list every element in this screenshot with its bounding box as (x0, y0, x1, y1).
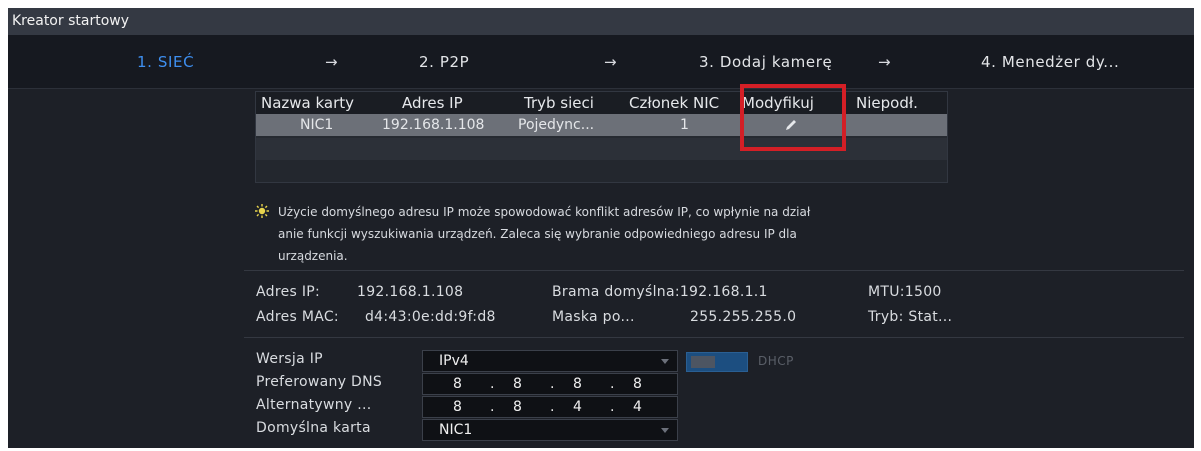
dns-octet[interactable]: 8 (513, 397, 522, 417)
alternate-dns-input[interactable]: 8 . 8 . 4 . 4 (422, 396, 678, 418)
column-header-nic-member[interactable]: Członek NIC (629, 92, 719, 114)
octet-separator: . (490, 399, 495, 415)
divider (244, 270, 1184, 271)
column-header-card-name[interactable]: Nazwa karty (261, 92, 354, 114)
table-row-empty (256, 138, 947, 160)
step-add-camera[interactable]: 3. Dodaj kamerę (699, 35, 832, 89)
table-row-empty (256, 160, 947, 182)
step-arrow-icon: → (604, 53, 617, 71)
ip-version-label: Wersja IP (256, 351, 323, 367)
column-header-independent[interactable]: Niepodł. (856, 92, 918, 114)
pencil-edit-icon[interactable] (784, 118, 798, 132)
step-arrow-icon: → (325, 53, 338, 71)
network-mode-value: Tryb: Stat... (868, 309, 953, 325)
dns-octet[interactable]: 8 (573, 374, 582, 394)
dropdown-caret-icon (661, 359, 669, 364)
step-network[interactable]: 1. SIEĆ (137, 35, 194, 89)
mac-address-label: Adres MAC: (256, 309, 339, 325)
notice-line: Użycie domyślnego adresu IP może spowodo… (278, 205, 811, 219)
table-row[interactable]: NIC1 192.168.1.108 Pojedync... 1 (256, 114, 947, 136)
preferred-dns-label: Preferowany DNS (256, 374, 383, 390)
ip-version-value: IPv4 (439, 353, 469, 369)
dns-octet[interactable]: 8 (453, 397, 462, 417)
dns-octet[interactable]: 8 (453, 374, 462, 394)
startup-wizard-window: Kreator startowy 1. SIEĆ → 2. P2P → 3. D… (8, 8, 1194, 448)
column-header-network-mode[interactable]: Tryb sieci (524, 92, 594, 114)
alternate-dns-label: Alternatywny ... (256, 397, 372, 413)
default-gateway: Brama domyślna:192.168.1.1 (552, 284, 768, 300)
toggle-knob (691, 356, 715, 368)
dns-octet[interactable]: 8 (633, 374, 642, 394)
dhcp-label: DHCP (758, 354, 794, 368)
step-arrow-icon: → (878, 53, 891, 71)
ip-version-select[interactable]: IPv4 (422, 350, 678, 372)
table-header: Nazwa karty Adres IP Tryb sieci Członek … (256, 92, 947, 114)
preferred-dns-input[interactable]: 8 . 8 . 8 . 8 (422, 373, 678, 395)
default-card-value: NIC1 (439, 422, 473, 438)
column-header-modify[interactable]: Modyfikuj (742, 92, 814, 114)
cell-card-name: NIC1 (300, 117, 334, 133)
default-card-select[interactable]: NIC1 (422, 419, 678, 441)
cell-ip: 192.168.1.108 (382, 117, 485, 133)
subnet-mask-label: Maska po... (552, 309, 635, 325)
step-p2p[interactable]: 2. P2P (419, 35, 469, 89)
dns-octet[interactable]: 4 (633, 397, 642, 417)
subnet-mask-value: 255.255.255.0 (690, 309, 797, 325)
octet-separator: . (490, 376, 495, 392)
step-storage-manager[interactable]: 4. Menedżer dy... (981, 35, 1119, 89)
ip-conflict-notice: Użycie domyślnego adresu IP może spowodo… (254, 201, 954, 267)
cell-network-mode: Pojedync... (518, 117, 595, 133)
dns-octet[interactable]: 8 (513, 374, 522, 394)
window-title: Kreator startowy (8, 8, 1194, 35)
column-header-ip[interactable]: Adres IP (402, 92, 463, 114)
notice-line: anie funkcji wyszukiwania urządzeń. Zale… (278, 227, 797, 241)
dns-octet[interactable]: 4 (573, 397, 582, 417)
mac-address-value: d4:43:0e:dd:9f:d8 (365, 309, 496, 325)
octet-separator: . (610, 376, 615, 392)
default-card-label: Domyślna karta (256, 420, 371, 436)
lightbulb-icon (255, 204, 269, 218)
wizard-steps: 1. SIEĆ → 2. P2P → 3. Dodaj kamerę → 4. … (8, 35, 1194, 89)
dropdown-caret-icon (661, 428, 669, 433)
divider (244, 337, 1184, 338)
nic-table: Nazwa karty Adres IP Tryb sieci Członek … (255, 91, 948, 183)
octet-separator: . (610, 399, 615, 415)
dhcp-toggle[interactable] (686, 352, 748, 372)
mtu-value: MTU:1500 (868, 284, 942, 300)
ip-address-label: Adres IP: (256, 284, 321, 300)
octet-separator: . (550, 399, 555, 415)
cell-nic-member: 1 (680, 117, 689, 133)
notice-line: urządzenia. (278, 249, 348, 263)
octet-separator: . (550, 376, 555, 392)
ip-address-value: 192.168.1.108 (357, 284, 464, 300)
